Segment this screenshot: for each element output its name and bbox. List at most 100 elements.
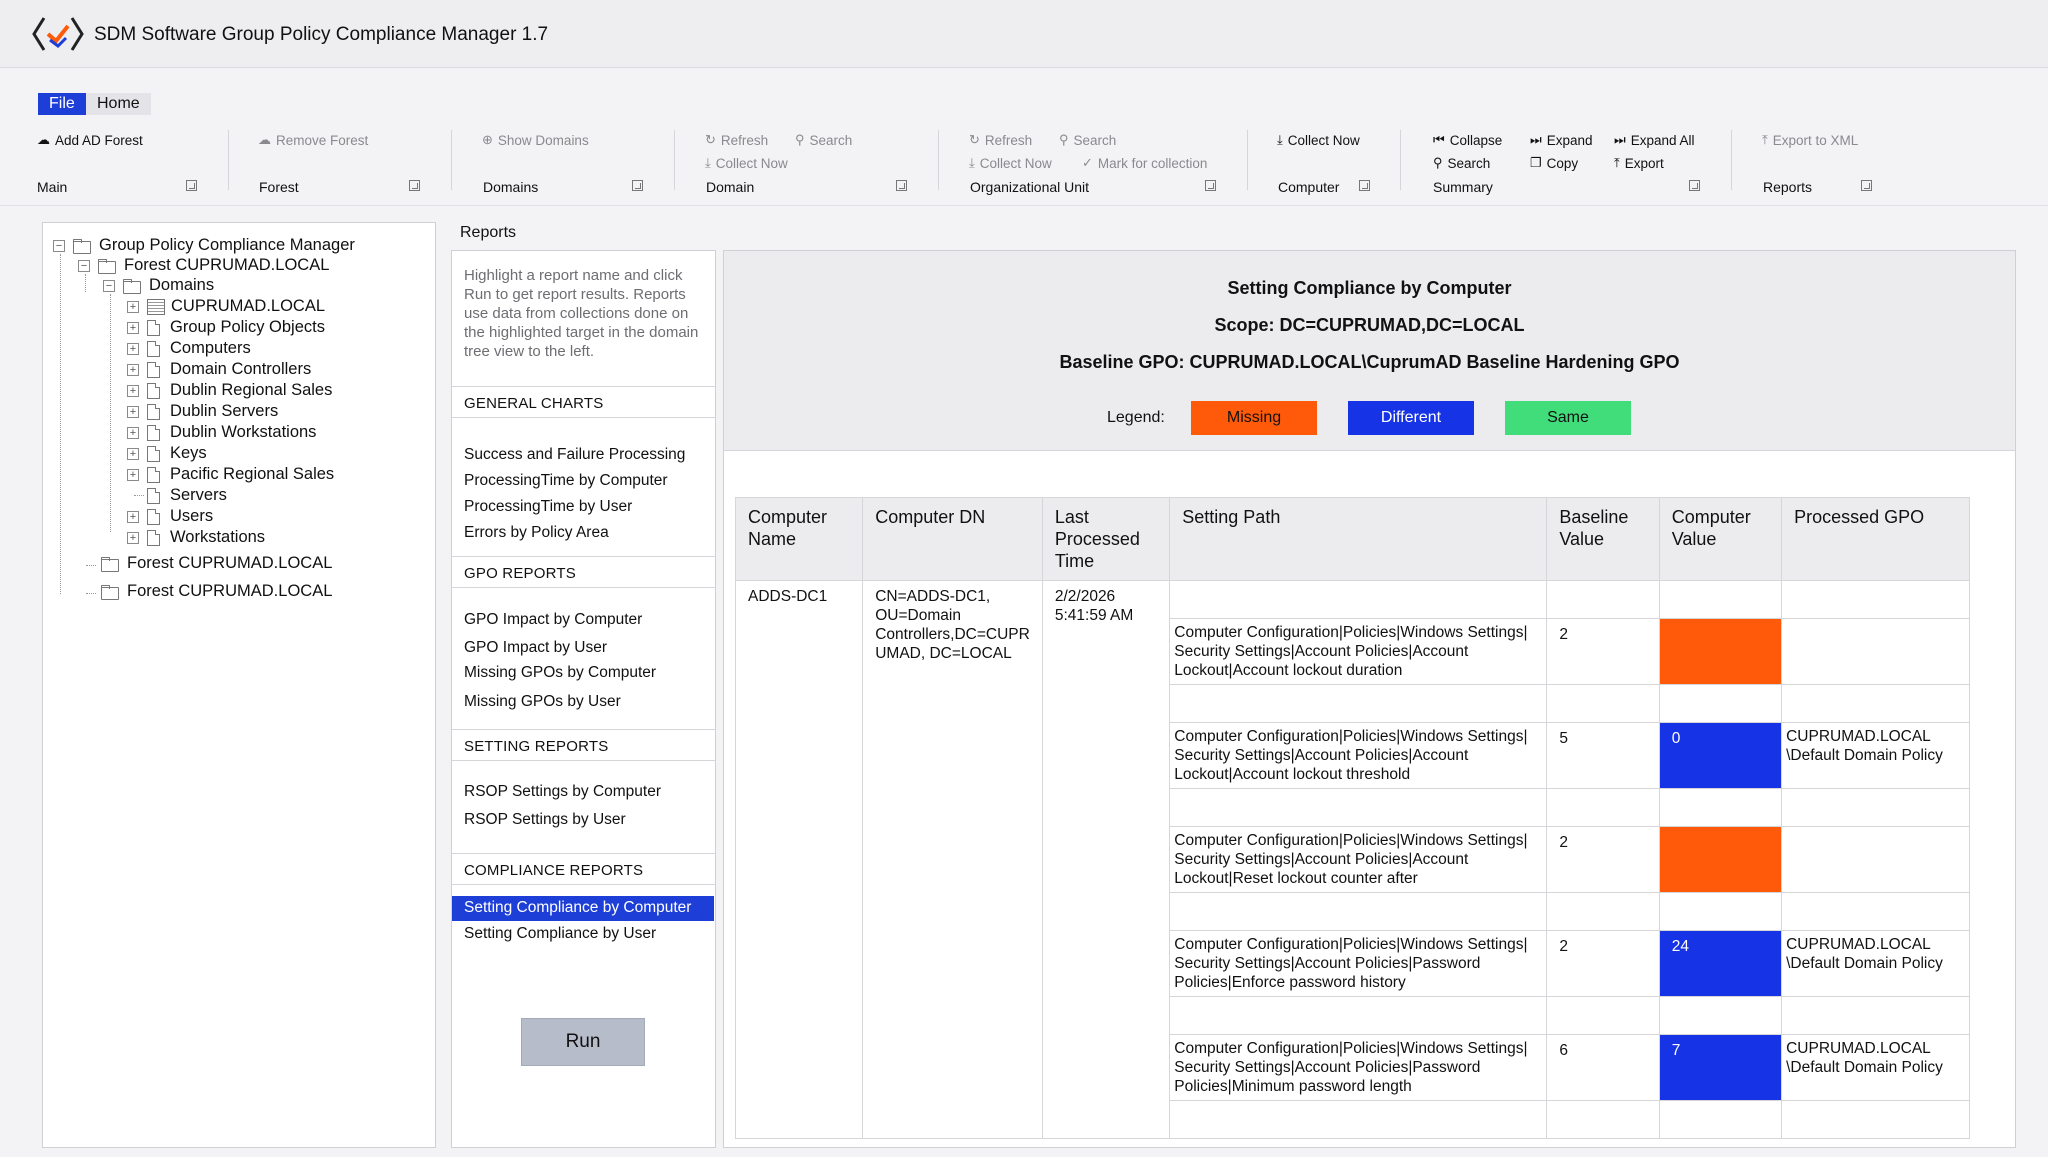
- table-row[interactable]: ADDS-DC1 CN=ADDS-DC1, OU=Domain Controll…: [734, 580, 1970, 1139]
- report-item[interactable]: Missing GPOs by User: [464, 693, 621, 711]
- summary-search-button[interactable]: ⚲ Search: [1433, 155, 1490, 171]
- computer-value-cell-different: 0: [1658, 722, 1783, 789]
- domain-collect-now-button[interactable]: ⤓ Collect Now: [705, 155, 788, 171]
- report-item[interactable]: Success and Failure Processing: [464, 446, 685, 464]
- remove-forest-button[interactable]: ☁ Remove Forest: [258, 132, 368, 148]
- empty-cell: [1658, 684, 1783, 723]
- report-item[interactable]: ProcessingTime by User: [464, 498, 632, 516]
- tree-forest-3[interactable]: Forest CUPRUMAD.LOCAL: [101, 582, 332, 601]
- expand-toggle-icon[interactable]: +: [127, 468, 139, 481]
- report-item[interactable]: GPO Impact by User: [464, 639, 607, 657]
- empty-cell: [1169, 1100, 1548, 1139]
- expand-toggle-icon[interactable]: +: [127, 447, 139, 460]
- expand-button[interactable]: ⏭ Expand: [1530, 132, 1593, 148]
- group-launcher-icon[interactable]: [186, 180, 197, 191]
- tree-node[interactable]: + Group Policy Objects: [127, 318, 325, 337]
- domain-refresh-button[interactable]: ↻ Refresh: [705, 132, 768, 148]
- ribbon-divider: [1400, 130, 1401, 190]
- report-item[interactable]: ProcessingTime by Computer: [464, 472, 668, 490]
- ribbon-divider: [228, 130, 229, 190]
- tree-forest-2[interactable]: Forest CUPRUMAD.LOCAL: [101, 554, 332, 573]
- expand-toggle-icon[interactable]: +: [127, 426, 139, 439]
- tree-node[interactable]: + Domain Controllers: [127, 360, 311, 379]
- report-item[interactable]: GPO Impact by Computer: [464, 611, 642, 629]
- tab-file[interactable]: File: [38, 93, 86, 115]
- app-title: SDM Software Group Policy Compliance Man…: [94, 24, 549, 45]
- tree-node[interactable]: + Computers: [127, 339, 251, 358]
- group-launcher-icon[interactable]: [1205, 180, 1216, 191]
- setting-path-cell: Computer Configuration|Policies|Windows …: [1169, 930, 1548, 997]
- empty-cell: [1169, 996, 1548, 1035]
- column-header[interactable]: Last Processed Time: [1041, 497, 1171, 581]
- group-launcher-icon[interactable]: [1359, 180, 1370, 191]
- ou-collect-now-button[interactable]: ⤓ Collect Now: [969, 155, 1052, 171]
- group-launcher-icon[interactable]: [632, 180, 643, 191]
- collapse-toggle-icon[interactable]: −: [103, 279, 115, 292]
- group-launcher-icon[interactable]: [409, 180, 420, 191]
- baseline-value-cell: 2: [1546, 930, 1660, 997]
- tree-node[interactable]: + Dublin Workstations: [127, 423, 316, 442]
- column-header[interactable]: Computer Name: [734, 497, 864, 581]
- tree-line: [86, 565, 96, 566]
- collapse-toggle-icon[interactable]: −: [78, 259, 90, 272]
- empty-cell: [1781, 580, 1970, 619]
- report-item[interactable]: Setting Compliance by User: [464, 925, 656, 943]
- report-item[interactable]: Missing GPOs by Computer: [464, 664, 656, 682]
- expand-toggle-icon[interactable]: +: [127, 405, 139, 418]
- report-item[interactable]: RSOP Settings by User: [464, 811, 626, 829]
- column-header[interactable]: Baseline Value: [1546, 497, 1660, 581]
- collapse-button[interactable]: ⏮ Collapse: [1433, 132, 1502, 148]
- expand-toggle-icon[interactable]: +: [127, 300, 139, 313]
- column-header[interactable]: Computer DN: [862, 497, 1043, 581]
- expand-toggle-icon[interactable]: +: [127, 363, 139, 376]
- tree-domains[interactable]: − Domains: [103, 276, 214, 295]
- export-button[interactable]: ⤒ Export: [1614, 155, 1664, 171]
- tree-root[interactable]: − Group Policy Compliance Manager: [53, 236, 355, 255]
- add-ad-forest-button[interactable]: ☁ Add AD Forest: [37, 132, 143, 148]
- ou-refresh-button[interactable]: ↻ Refresh: [969, 132, 1032, 148]
- mark-for-collection-button[interactable]: ✓ Mark for collection: [1082, 155, 1207, 171]
- tree-node[interactable]: + Users: [127, 507, 213, 526]
- tree-node[interactable]: + Dublin Servers: [127, 402, 278, 421]
- expand-all-button[interactable]: ⏭ Expand All: [1614, 132, 1695, 148]
- report-item-selected[interactable]: Setting Compliance by Computer: [452, 896, 714, 921]
- collapse-icon: ⏮: [1433, 132, 1445, 147]
- show-domains-button[interactable]: ⊕ Show Domains: [482, 132, 589, 148]
- domain-search-button[interactable]: ⚲ Search: [795, 132, 852, 148]
- ribbon-divider: [938, 130, 939, 190]
- column-header[interactable]: Computer Value: [1658, 497, 1783, 581]
- expand-toggle-icon[interactable]: +: [127, 321, 139, 334]
- tree-node[interactable]: + Dublin Regional Sales: [127, 381, 332, 400]
- expand-toggle-icon[interactable]: +: [127, 510, 139, 523]
- column-header[interactable]: Setting Path: [1169, 497, 1548, 581]
- empty-cell: [1169, 684, 1548, 723]
- processed-gpo-cell: CUPRUMAD.LOCAL \Default Domain Policy: [1781, 930, 1970, 997]
- tree-node[interactable]: + Keys: [127, 444, 207, 463]
- computer-collect-now-button[interactable]: ⤓ Collect Now: [1277, 132, 1360, 148]
- download-icon: ⤓: [705, 155, 711, 170]
- collapse-toggle-icon[interactable]: −: [53, 239, 65, 252]
- tab-home[interactable]: Home: [86, 93, 151, 115]
- copy-button[interactable]: ❐ Copy: [1530, 155, 1578, 171]
- setting-path-cell: Computer Configuration|Policies|Windows …: [1169, 826, 1548, 893]
- tree-node[interactable]: + Workstations: [127, 528, 265, 547]
- group-launcher-icon[interactable]: [896, 180, 907, 191]
- tree-forest[interactable]: − Forest CUPRUMAD.LOCAL: [78, 256, 329, 275]
- ou-search-button[interactable]: ⚲ Search: [1059, 132, 1116, 148]
- expand-toggle-icon[interactable]: +: [127, 384, 139, 397]
- expand-toggle-icon[interactable]: +: [127, 531, 139, 544]
- group-launcher-icon[interactable]: [1861, 180, 1872, 191]
- tree-line: [86, 593, 96, 594]
- report-item[interactable]: RSOP Settings by Computer: [464, 783, 661, 801]
- tree-node[interactable]: + Pacific Regional Sales: [127, 465, 334, 484]
- tree-node[interactable]: Servers: [147, 486, 227, 505]
- search-icon: ⚲: [1059, 132, 1069, 147]
- run-button[interactable]: Run: [521, 1018, 645, 1066]
- report-item[interactable]: Errors by Policy Area: [464, 524, 609, 542]
- column-header[interactable]: Processed GPO: [1781, 497, 1970, 581]
- section-setting-reports: SETTING REPORTS: [452, 729, 715, 761]
- group-launcher-icon[interactable]: [1689, 180, 1700, 191]
- tree-domain[interactable]: + CUPRUMAD.LOCAL: [127, 297, 325, 316]
- export-to-xml-button[interactable]: ⤒ Export to XML: [1762, 132, 1858, 148]
- expand-toggle-icon[interactable]: +: [127, 342, 139, 355]
